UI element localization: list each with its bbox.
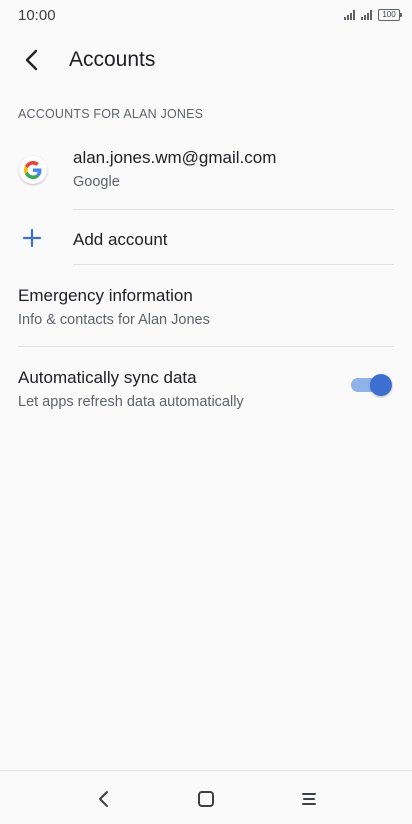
add-account-button[interactable]: Add account [0,212,412,264]
nav-home-icon [198,791,214,807]
auto-sync-item[interactable]: Automatically sync data Let apps refresh… [0,348,412,428]
emergency-information-item[interactable]: Emergency information Info & contacts fo… [0,266,412,346]
navigation-bar [0,770,412,824]
nav-home-button[interactable] [194,787,218,811]
account-item[interactable]: alan.jones.wm@gmail.com Google [0,140,412,210]
back-button[interactable] [0,36,64,84]
accounts-screen: 10:00 100 Accounts ACCOUNTS FOR ALAN JON… [0,0,412,824]
sync-subtitle: Let apps refresh data automatically [18,394,244,410]
add-account-label: Add account [73,230,168,249]
divider [73,209,394,210]
add-account-text: Add account [73,230,168,250]
account-email: alan.jones.wm@gmail.com [73,148,277,167]
battery-icon: 100 [378,9,402,21]
auto-sync-toggle[interactable] [350,373,392,397]
nav-menu-icon [302,793,316,805]
nav-recents-button[interactable] [297,787,321,811]
toggle-thumb [370,374,392,396]
status-time: 10:00 [18,6,56,24]
status-icons: 100 [344,9,402,21]
section-header: ACCOUNTS FOR ALAN JONES [18,107,204,121]
sync-title: Automatically sync data [18,368,197,387]
page-title: Accounts [69,48,156,71]
emergency-title: Emergency information [18,286,193,305]
account-text: alan.jones.wm@gmail.com Google [73,148,276,190]
google-icon [19,156,47,184]
account-provider: Google [73,174,120,190]
app-bar: Accounts [0,36,412,84]
sync-text: Automatically sync data Let apps refresh… [18,368,244,410]
emergency-subtitle: Info & contacts for Alan Jones [18,312,210,328]
divider [73,264,394,265]
signal-icon-2 [361,10,372,20]
emergency-text: Emergency information Info & contacts fo… [18,286,210,328]
signal-icon [344,10,355,20]
arrow-back-icon [25,49,38,71]
status-bar: 10:00 100 [0,0,412,30]
divider [18,346,394,347]
nav-back-icon [99,791,108,807]
nav-back-button[interactable] [92,787,116,811]
plus-icon [22,228,42,248]
